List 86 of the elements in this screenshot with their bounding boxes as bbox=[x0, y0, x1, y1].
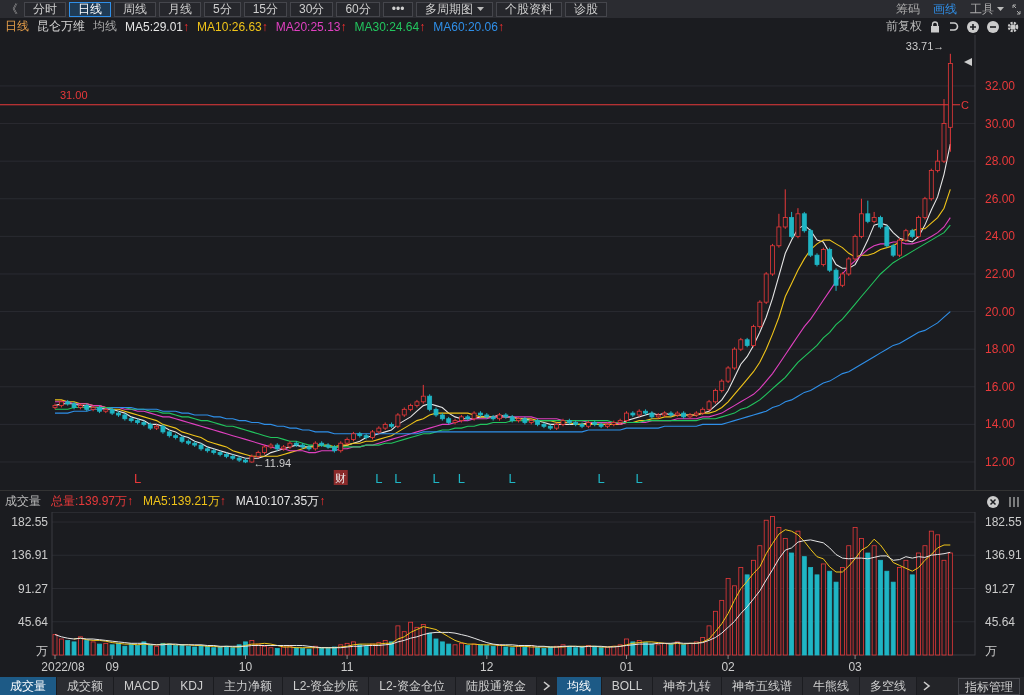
toolbar-button[interactable]: 画线 bbox=[928, 0, 962, 18]
period-button[interactable]: 多周期图 bbox=[416, 1, 494, 17]
signal-marker: L bbox=[508, 471, 516, 486]
moving-average-value: MA30:24.64↑ bbox=[354, 19, 426, 34]
volume-stat: MA10:107.35万↑ bbox=[235, 493, 326, 510]
period-button[interactable]: 15分 bbox=[243, 1, 288, 17]
volume-axis-label: 182.55 bbox=[985, 515, 1022, 529]
date-axis-label: 10 bbox=[238, 660, 253, 674]
volume-axis-label: 182.55 bbox=[11, 515, 48, 529]
min-price-label: ←11.94 bbox=[253, 457, 292, 470]
price-level-label: 31.00 bbox=[60, 88, 88, 101]
price-axis-label: 18.00 bbox=[985, 342, 1016, 357]
price-axis-label: 26.00 bbox=[985, 191, 1016, 206]
volume-axis-label: 136.91 bbox=[985, 548, 1022, 563]
price-axis-label: 30.00 bbox=[985, 116, 1016, 131]
toolbar-button[interactable]: 筹码 bbox=[891, 0, 925, 18]
period-button[interactable]: 分时 bbox=[24, 1, 66, 17]
date-axis-label: 12 bbox=[480, 660, 494, 674]
signal-marker: L bbox=[597, 471, 605, 486]
period-button[interactable]: 日线 bbox=[69, 1, 111, 17]
date-axis-label: 01 bbox=[619, 660, 634, 674]
stock-name: 昆仑万维 bbox=[37, 18, 85, 35]
level-end-label: C bbox=[961, 98, 969, 111]
price-axis-label: 28.00 bbox=[985, 154, 1016, 169]
back-button[interactable]: 《 bbox=[3, 0, 21, 18]
indicator-tab[interactable]: L2-资金仓位 bbox=[369, 677, 456, 695]
signal-marker: L bbox=[432, 471, 440, 486]
volume-stat: 总量:139.97万↑ bbox=[51, 493, 134, 510]
indicator-tab[interactable]: 成交额 bbox=[57, 677, 114, 695]
period-button[interactable]: 5分 bbox=[204, 1, 241, 17]
volume-axis-label: 91.27 bbox=[985, 581, 1016, 596]
volume-axis-label: 136.91 bbox=[11, 548, 48, 563]
signal-marker: L bbox=[133, 471, 142, 486]
period-button[interactable]: ••• bbox=[382, 1, 414, 17]
period-button[interactable]: 周线 bbox=[114, 1, 156, 17]
overlay-tab[interactable]: 神奇五线谱 bbox=[722, 677, 804, 695]
moving-average-value: MA20:25.13↑ bbox=[275, 19, 347, 34]
moving-average-value: MA60:20.06↑ bbox=[433, 19, 504, 34]
indicator-tab[interactable]: L2-资金抄底 bbox=[283, 677, 370, 695]
signal-marker: L bbox=[394, 471, 402, 486]
date-axis-label: 11 bbox=[340, 660, 354, 674]
volume-axis-label: 45.64 bbox=[985, 614, 1016, 629]
price-axis-label: 14.00 bbox=[985, 417, 1016, 432]
volume-stat: MA5:139.21万↑ bbox=[143, 493, 226, 510]
finance-badge: 财 bbox=[333, 470, 348, 485]
overlay-tab[interactable]: 牛熊线 bbox=[803, 677, 861, 695]
indicator-label: 均线 bbox=[93, 18, 117, 35]
price-axis-label: 16.00 bbox=[985, 379, 1016, 394]
period-button[interactable]: 诊股 bbox=[565, 1, 608, 17]
volume-axis-label: 万 bbox=[36, 644, 48, 658]
indicator-tab[interactable]: 主力净额 bbox=[214, 677, 283, 695]
date-axis-label: 02 bbox=[721, 660, 735, 674]
indicator-tab[interactable]: KDJ bbox=[170, 677, 214, 695]
volume-axis-label: 45.64 bbox=[17, 614, 48, 629]
date-axis-label: 2022/08 bbox=[41, 660, 85, 674]
overlay-tab[interactable]: 神奇九转 bbox=[653, 677, 723, 695]
period-button[interactable]: 30分 bbox=[290, 1, 334, 17]
moving-average-value: MA10:26.63↑ bbox=[197, 19, 268, 34]
volume-axis-label: 91.27 bbox=[17, 581, 48, 596]
signal-marker: L bbox=[635, 471, 643, 486]
indicator-manage-button[interactable]: 指标管理 bbox=[958, 677, 1020, 695]
price-axis-label: 24.00 bbox=[985, 229, 1016, 244]
price-axis-label: 12.00 bbox=[985, 455, 1016, 469]
signal-marker: L bbox=[457, 471, 465, 486]
period-button[interactable]: 个股资料 bbox=[496, 1, 563, 17]
period-label: 日线 bbox=[5, 18, 29, 35]
volume-unit-label: 万 bbox=[985, 644, 997, 658]
period-button[interactable]: 月线 bbox=[159, 1, 201, 17]
indicator-tab[interactable]: 陆股通资金 bbox=[455, 677, 537, 695]
volume-title: 成交量 bbox=[5, 493, 41, 510]
moving-average-value: MA5:29.01↑ bbox=[125, 19, 190, 34]
overlay-tab[interactable]: 均线 bbox=[556, 677, 602, 695]
max-price-label: 33.71→ bbox=[905, 39, 945, 52]
indicator-tab[interactable]: 成交量 bbox=[0, 677, 57, 695]
price-axis-label: 22.00 bbox=[985, 266, 1016, 281]
period-button[interactable]: 60分 bbox=[336, 1, 380, 17]
date-axis-label: 09 bbox=[105, 660, 119, 674]
overlay-tab[interactable]: BOLL bbox=[601, 677, 654, 695]
indicator-tab[interactable]: MACD bbox=[114, 677, 171, 695]
signal-marker: L bbox=[375, 471, 383, 486]
overlay-tab[interactable]: 多空线 bbox=[860, 677, 918, 695]
price-axis-label: 32.00 bbox=[985, 78, 1016, 93]
toolbar-button[interactable]: 工具 bbox=[965, 0, 1009, 18]
adjust-mode[interactable]: 前复权 bbox=[886, 18, 922, 35]
price-axis-label: 20.00 bbox=[985, 304, 1016, 319]
date-axis-label: 03 bbox=[848, 660, 862, 674]
